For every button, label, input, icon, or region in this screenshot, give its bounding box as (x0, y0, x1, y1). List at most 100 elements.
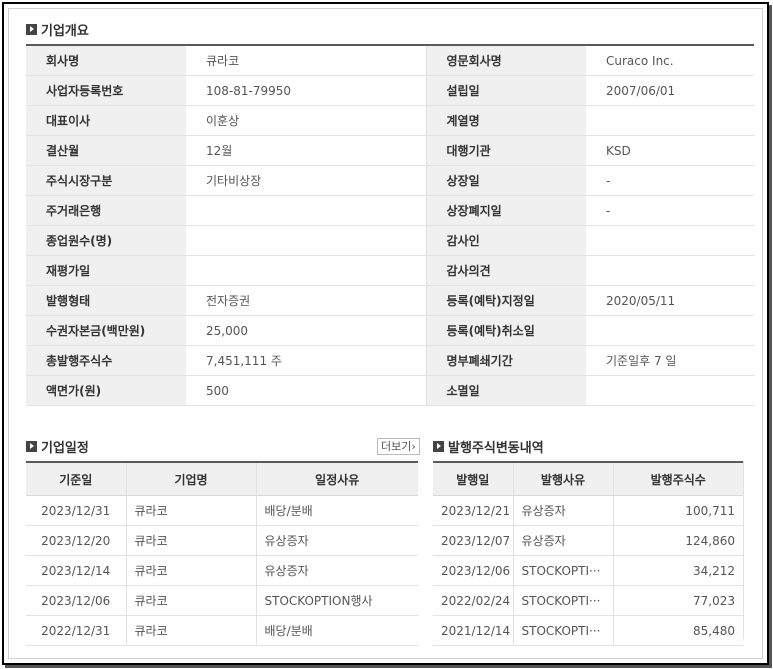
field-value: 큐라코 (186, 45, 427, 76)
field-label: 등록(예탁)취소일 (426, 315, 586, 346)
overview-row: 종업원수(명) 감사인 (26, 225, 754, 256)
field-label: 소멸일 (426, 375, 586, 406)
field-value: 전자증권 (186, 285, 427, 316)
schedule-cell: 큐라코 (126, 495, 257, 526)
table-row: 2023/12/14 큐라코 유상증자 (26, 555, 418, 586)
table-row: 2023/12/31 큐라코 배당/분배 (26, 495, 418, 526)
field-label: 영문회사명 (426, 45, 586, 76)
field-label: 회사명 (26, 45, 186, 76)
field-value: 이훈상 (186, 105, 427, 136)
field-label: 주거래은행 (26, 195, 186, 226)
field-label: 사업자등록번호 (26, 75, 186, 106)
issue-table-edge (743, 461, 755, 639)
table-row: 2023/12/07 유상증자 124,860 (433, 525, 743, 556)
schedule-cell: 유상증자 (256, 555, 418, 586)
overview-row: 주식시장구분 기타비상장 상장일 - (26, 165, 754, 196)
overview-row: 대표이사 이훈상 계열명 (26, 105, 754, 136)
field-value: 2007/06/01 (586, 75, 754, 106)
field-value: 기준일후 7 일 (586, 345, 754, 376)
field-label: 계열명 (426, 105, 586, 136)
field-value (586, 255, 754, 286)
overview-row: 총발행주식수 7,451,111 주 명부폐쇄기간 기준일후 7 일 (26, 345, 754, 376)
issue-cell: STOCKOPTI··· (513, 555, 614, 586)
table-row: 2023/12/21 유상증자 100,711 (433, 495, 743, 526)
issue-cell: 유상증자 (513, 495, 614, 526)
schedule-title: 기업일정 (41, 441, 89, 456)
schedule-header: 기업명 (126, 462, 257, 496)
issue-cell: 2021/12/14 (433, 615, 514, 646)
schedule-cell: 배당/분배 (256, 495, 418, 526)
field-label: 결산월 (26, 135, 186, 166)
schedule-table: 기준일 기업명 일정사유 2023/12/31 큐라코 배당/분배 2023/12/2… (26, 461, 418, 646)
overview-section-title: 기업개요 (26, 20, 89, 39)
issue-title: 발행주식변동내역 (448, 441, 544, 456)
overview-row: 발행형태 전자증권 등록(예탁)지정일 2020/05/11 (26, 285, 754, 316)
table-row: 2023/12/06 STOCKOPTI··· 34,212 (433, 555, 743, 586)
field-label: 수권자본금(백만원) (26, 315, 186, 346)
overview-row: 결산월 12월 대행기관 KSD (26, 135, 754, 166)
issue-cell: STOCKOPTI··· (513, 585, 614, 616)
schedule-cell: 2022/12/31 (26, 615, 127, 646)
table-row: 2021/12/14 STOCKOPTI··· 85,480 (433, 615, 743, 646)
overview-row: 사업자등록번호 108-81-79950 설립일 2007/06/01 (26, 75, 754, 106)
schedule-cell: STOCKOPTION행사 (256, 585, 418, 616)
schedule-cell: 2023/12/14 (26, 555, 127, 586)
schedule-cell: 유상증자 (256, 525, 418, 556)
bullet-icon (26, 441, 37, 452)
schedule-cell: 큐라코 (126, 525, 257, 556)
schedule-cell: 배당/분배 (256, 615, 418, 646)
table-row: 2022/02/24 STOCKOPTI··· 77,023 (433, 585, 743, 616)
schedule-cell: 큐라코 (126, 585, 257, 616)
field-label: 대표이사 (26, 105, 186, 136)
field-value: Curaco Inc. (586, 45, 754, 76)
issue-cell: 77,023 (613, 585, 743, 616)
bullet-icon (433, 441, 444, 452)
field-value (186, 255, 427, 286)
issue-cell: 유상증자 (513, 525, 614, 556)
issue-table: 발행일 발행사유 발행주식수 2023/12/21 유상증자 100,711 2023… (433, 461, 743, 646)
field-value: 500 (186, 375, 427, 406)
overview-row: 회사명 큐라코 영문회사명 Curaco Inc. (26, 45, 754, 76)
issue-cell: 85,480 (613, 615, 743, 646)
field-label: 설립일 (426, 75, 586, 106)
field-value: 12월 (186, 135, 427, 166)
field-label: 상장폐지일 (426, 195, 586, 226)
issue-header: 발행사유 (513, 462, 614, 496)
field-label: 주식시장구분 (26, 165, 186, 196)
field-label: 재평가일 (26, 255, 186, 286)
schedule-section-title: 기업일정 (26, 437, 89, 456)
issue-cell: 2023/12/21 (433, 495, 514, 526)
overview-title: 기업개요 (41, 24, 89, 39)
schedule-header: 기준일 (26, 462, 127, 496)
field-value: KSD (586, 135, 754, 166)
issue-cell: 2023/12/07 (433, 525, 514, 556)
table-row: 2023/12/20 큐라코 유상증자 (26, 525, 418, 556)
more-arrow-icon: › (411, 440, 416, 453)
overview-table: 회사명 큐라코 영문회사명 Curaco Inc. 사업자등록번호 108-81-7995… (26, 44, 754, 406)
more-button[interactable]: 더보기› (377, 438, 420, 455)
field-label: 종업원수(명) (26, 225, 186, 256)
field-value: 7,451,111 주 (186, 345, 427, 376)
schedule-cell: 2023/12/20 (26, 525, 127, 556)
issue-cell: 34,212 (613, 555, 743, 586)
field-value (586, 105, 754, 136)
issue-cell: STOCKOPTI··· (513, 615, 614, 646)
field-label: 등록(예탁)지정일 (426, 285, 586, 316)
field-label: 발행형태 (26, 285, 186, 316)
schedule-cell: 큐라코 (126, 615, 257, 646)
bullet-icon (26, 24, 37, 35)
field-value: - (586, 165, 754, 196)
issue-header: 발행일 (433, 462, 514, 496)
field-label: 상장일 (426, 165, 586, 196)
field-value (586, 315, 754, 346)
overview-row: 재평가일 감사의견 (26, 255, 754, 286)
issue-cell: 100,711 (613, 495, 743, 526)
field-value: - (586, 195, 754, 226)
schedule-cell: 큐라코 (126, 555, 257, 586)
issue-header: 발행주식수 (613, 462, 743, 496)
field-value (186, 225, 427, 256)
overview-row: 액면가(원) 500 소멸일 (26, 375, 754, 406)
table-row: 2023/12/06 큐라코 STOCKOPTION행사 (26, 585, 418, 616)
field-label: 액면가(원) (26, 375, 186, 406)
field-value: 25,000 (186, 315, 427, 346)
